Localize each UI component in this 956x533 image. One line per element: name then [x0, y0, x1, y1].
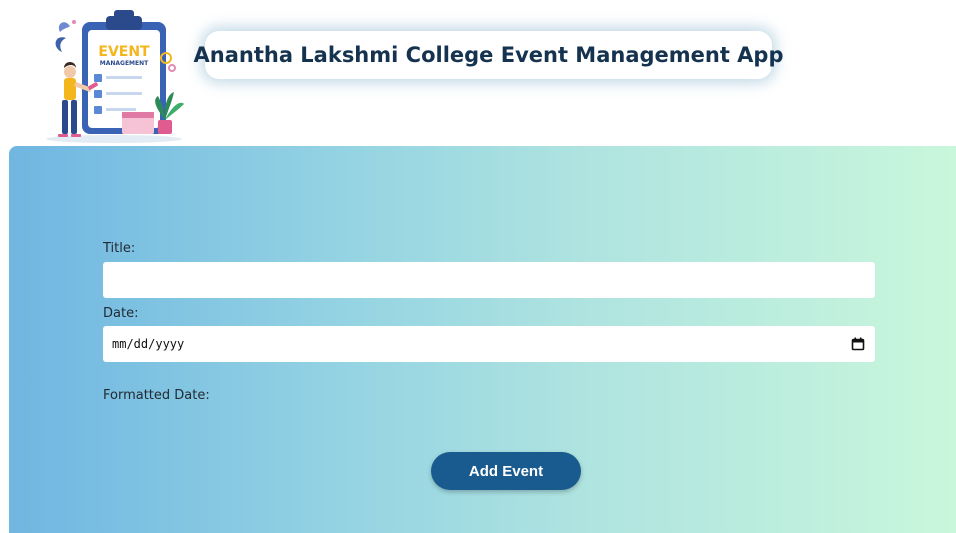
- date-label: Date:: [103, 306, 139, 321]
- calendar-icon[interactable]: [851, 337, 865, 351]
- add-event-button[interactable]: Add Event: [431, 452, 581, 490]
- date-placeholder: mm/dd/yyyy: [112, 337, 185, 351]
- date-input[interactable]: mm/dd/yyyy: [103, 326, 875, 362]
- logo-text-management: MANAGEMENT: [100, 60, 149, 67]
- header-title-card: Anantha Lakshmi College Event Management…: [194, 31, 784, 79]
- title-input[interactable]: [103, 262, 875, 298]
- event-form-panel: Title: Date: mm/dd/yyyy Formatted Date: …: [9, 146, 956, 533]
- page-title: Anantha Lakshmi College Event Management…: [193, 43, 784, 67]
- formatted-date-label: Formatted Date:: [103, 388, 210, 403]
- logo-text-event: EVENT: [98, 44, 150, 60]
- event-management-illustration-icon: EVENT MANAGEMENT: [46, 10, 184, 143]
- title-label: Title:: [103, 241, 136, 256]
- app-page: EVENT MANAGEMENT Anantha Lakshmi College…: [0, 0, 956, 533]
- event-management-logo: EVENT MANAGEMENT: [44, 8, 190, 144]
